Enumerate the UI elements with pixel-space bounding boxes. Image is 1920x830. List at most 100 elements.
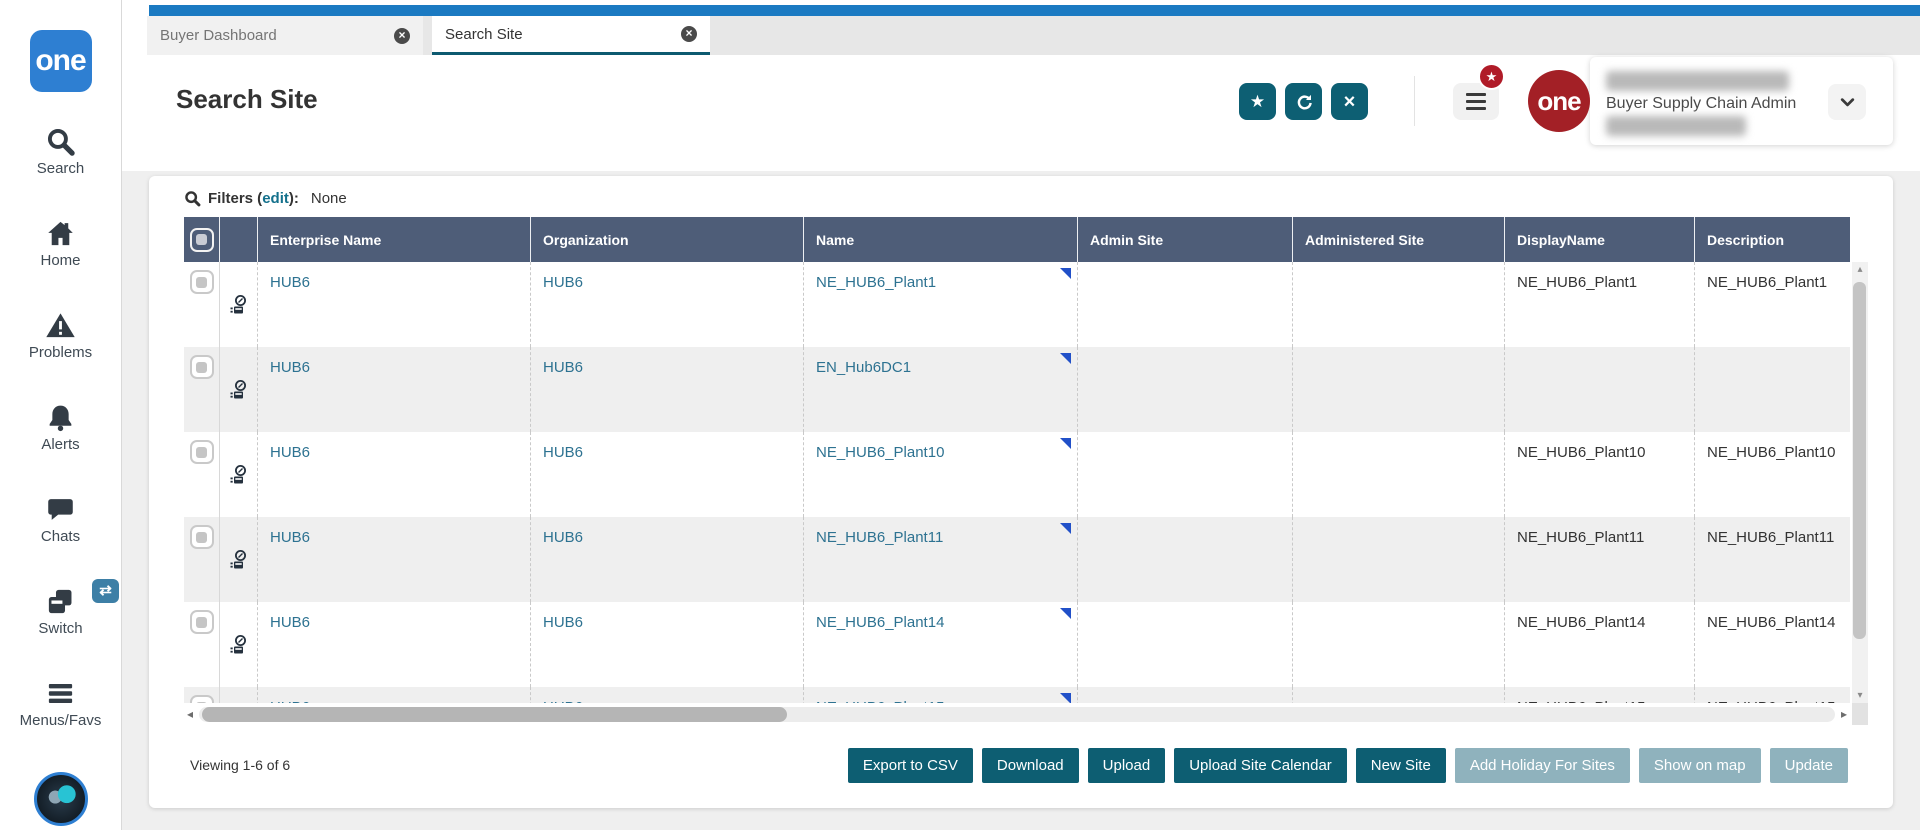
tab-search-site[interactable]: Search Site × — [432, 16, 710, 55]
redacted-user-detail — [1606, 116, 1746, 136]
site-name-link[interactable]: NE_HUB6_Plant14 — [816, 614, 944, 631]
enterprise-link[interactable]: HUB6 — [270, 444, 310, 461]
horizontal-scrollbar-thumb[interactable] — [202, 706, 787, 722]
scroll-right-arrow-icon[interactable]: ▸ — [1838, 707, 1850, 721]
download-button[interactable]: Download — [981, 748, 1079, 783]
sidebar-item-label: Home — [40, 252, 81, 269]
column-header-admin-site[interactable]: Admin Site — [1077, 217, 1292, 262]
one-network-logo[interactable]: one — [29, 30, 92, 92]
enterprise-link[interactable]: HUB6 — [270, 614, 310, 631]
scroll-down-arrow-icon[interactable]: ▾ — [1852, 690, 1868, 701]
tab-close-icon[interactable]: × — [394, 27, 410, 44]
favorite-button[interactable]: ★ — [1239, 83, 1276, 120]
row-checkbox[interactable] — [189, 270, 214, 294]
description-cell: NE_HUB6_Plant11 — [1694, 517, 1850, 602]
cell-context-menu-icon[interactable] — [1060, 268, 1071, 279]
show-on-map-button[interactable]: Show on map — [1638, 748, 1761, 783]
vertical-scrollbar-thumb[interactable] — [1853, 282, 1866, 639]
organization-link[interactable]: HUB6 — [543, 274, 583, 291]
site-detail-icon[interactable] — [229, 634, 257, 656]
sidebar-item-label: Chats — [40, 528, 81, 545]
enterprise-link[interactable]: HUB6 — [270, 274, 310, 291]
enterprise-link[interactable]: HUB6 — [270, 359, 310, 376]
site-detail-icon[interactable] — [229, 549, 257, 571]
header-divider — [1414, 76, 1415, 126]
site-name-link[interactable]: EN_Hub6DC1 — [816, 359, 911, 376]
cell-context-menu-icon[interactable] — [1060, 693, 1071, 703]
user-avatar[interactable] — [33, 772, 88, 826]
horizontal-scrollbar-track[interactable] — [199, 706, 1835, 722]
site-name-link[interactable]: NE_HUB6_Plant11 — [816, 529, 943, 546]
user-menu-chevron-button[interactable] — [1828, 84, 1866, 120]
sidebar-item-label: Problems — [28, 344, 93, 361]
upload-button[interactable]: Upload — [1087, 748, 1166, 783]
description-cell: NE_HUB6_Plant10 — [1694, 432, 1850, 517]
table-row: HUB6 HUB6 NE_HUB6_Plant1 NE_HUB6_Plant1 … — [184, 262, 1850, 347]
site-detail-icon[interactable] — [229, 294, 257, 316]
add-holiday-for-sites-button[interactable]: Add Holiday For Sites — [1454, 748, 1630, 783]
sidebar-item-chats[interactable]: Chats — [0, 494, 121, 546]
edit-filters-link[interactable]: edit — [262, 190, 289, 207]
column-header-name[interactable]: Name — [803, 217, 1077, 262]
refresh-icon — [1294, 92, 1314, 112]
export-to-csv-button[interactable]: Export to CSV — [847, 748, 973, 783]
row-checkbox[interactable] — [189, 695, 214, 703]
organization-link[interactable]: HUB6 — [543, 359, 583, 376]
column-header-displayname[interactable]: DisplayName — [1504, 217, 1694, 262]
tab-close-icon[interactable]: × — [681, 26, 697, 42]
sidebar-item-problems[interactable]: Problems — [0, 310, 121, 362]
sidebar-item-home[interactable]: Home — [0, 218, 121, 270]
upload-site-calendar-button[interactable]: Upload Site Calendar — [1174, 748, 1347, 783]
table-header-row: Enterprise Name Organization Name Admin … — [184, 217, 1850, 262]
one-logo-avatar[interactable]: one — [1528, 70, 1590, 132]
organization-link[interactable]: HUB6 — [543, 444, 583, 461]
cell-context-menu-icon[interactable] — [1060, 523, 1071, 534]
cell-context-menu-icon[interactable] — [1060, 353, 1071, 364]
site-name-link[interactable]: NE_HUB6_Plant10 — [816, 444, 944, 461]
sidebar-item-search[interactable]: Search — [0, 126, 121, 178]
refresh-button[interactable] — [1285, 83, 1322, 120]
column-header-enterprise-name[interactable]: Enterprise Name — [257, 217, 530, 262]
table-body: HUB6 HUB6 NE_HUB6_Plant1 NE_HUB6_Plant1 … — [184, 262, 1850, 703]
scroll-up-arrow-icon[interactable]: ▴ — [1852, 264, 1868, 275]
sidebar-item-menus-favs[interactable]: Menus/Favs — [0, 678, 121, 730]
vertical-scrollbar[interactable]: ▴ ▾ — [1852, 262, 1868, 703]
row-checkbox[interactable] — [189, 610, 214, 634]
enterprise-link[interactable]: HUB6 — [270, 529, 310, 546]
row-checkbox[interactable] — [189, 355, 214, 379]
admin-site-cell — [1077, 687, 1292, 703]
close-page-button[interactable]: × — [1331, 83, 1368, 120]
row-checkbox[interactable] — [189, 525, 214, 549]
favorites-badge-icon[interactable]: ★ — [1478, 63, 1505, 90]
column-header-administered-site[interactable]: Administered Site — [1292, 217, 1504, 262]
scrollbar-corner — [1852, 703, 1868, 725]
horizontal-scrollbar[interactable]: ◂ ▸ — [184, 703, 1850, 725]
header-select-cell — [184, 217, 219, 262]
swap-arrows-badge-icon[interactable]: ⇄ — [92, 579, 119, 603]
cell-context-menu-icon[interactable] — [1060, 608, 1071, 619]
sidebar-item-alerts[interactable]: Alerts — [0, 402, 121, 454]
column-header-description[interactable]: Description — [1694, 217, 1850, 262]
sites-table: Enterprise Name Organization Name Admin … — [184, 217, 1850, 703]
chevron-down-icon — [1839, 96, 1856, 109]
new-site-button[interactable]: New Site — [1355, 748, 1446, 783]
cell-context-menu-icon[interactable] — [1060, 438, 1071, 449]
home-icon — [45, 218, 76, 249]
scroll-left-arrow-icon[interactable]: ◂ — [184, 707, 196, 721]
select-all-checkbox[interactable] — [189, 227, 214, 252]
description-cell: NE_HUB6_Plant14 — [1694, 602, 1850, 687]
sidebar-item-switch[interactable]: Switch ⇄ — [0, 579, 121, 638]
filters-bar: Filters (edit): None — [184, 186, 347, 210]
column-header-organization[interactable]: Organization — [530, 217, 803, 262]
tab-buyer-dashboard[interactable]: Buyer Dashboard × — [147, 16, 423, 55]
update-button[interactable]: Update — [1769, 748, 1848, 783]
site-detail-icon[interactable] — [229, 464, 257, 486]
site-name-link[interactable]: NE_HUB6_Plant1 — [816, 274, 936, 291]
search-icon — [45, 126, 76, 157]
menu-bar — [1466, 93, 1486, 96]
organization-link[interactable]: HUB6 — [543, 614, 583, 631]
star-icon: ★ — [1249, 91, 1266, 111]
site-detail-icon[interactable] — [229, 379, 257, 401]
row-checkbox[interactable] — [189, 440, 214, 464]
organization-link[interactable]: HUB6 — [543, 529, 583, 546]
